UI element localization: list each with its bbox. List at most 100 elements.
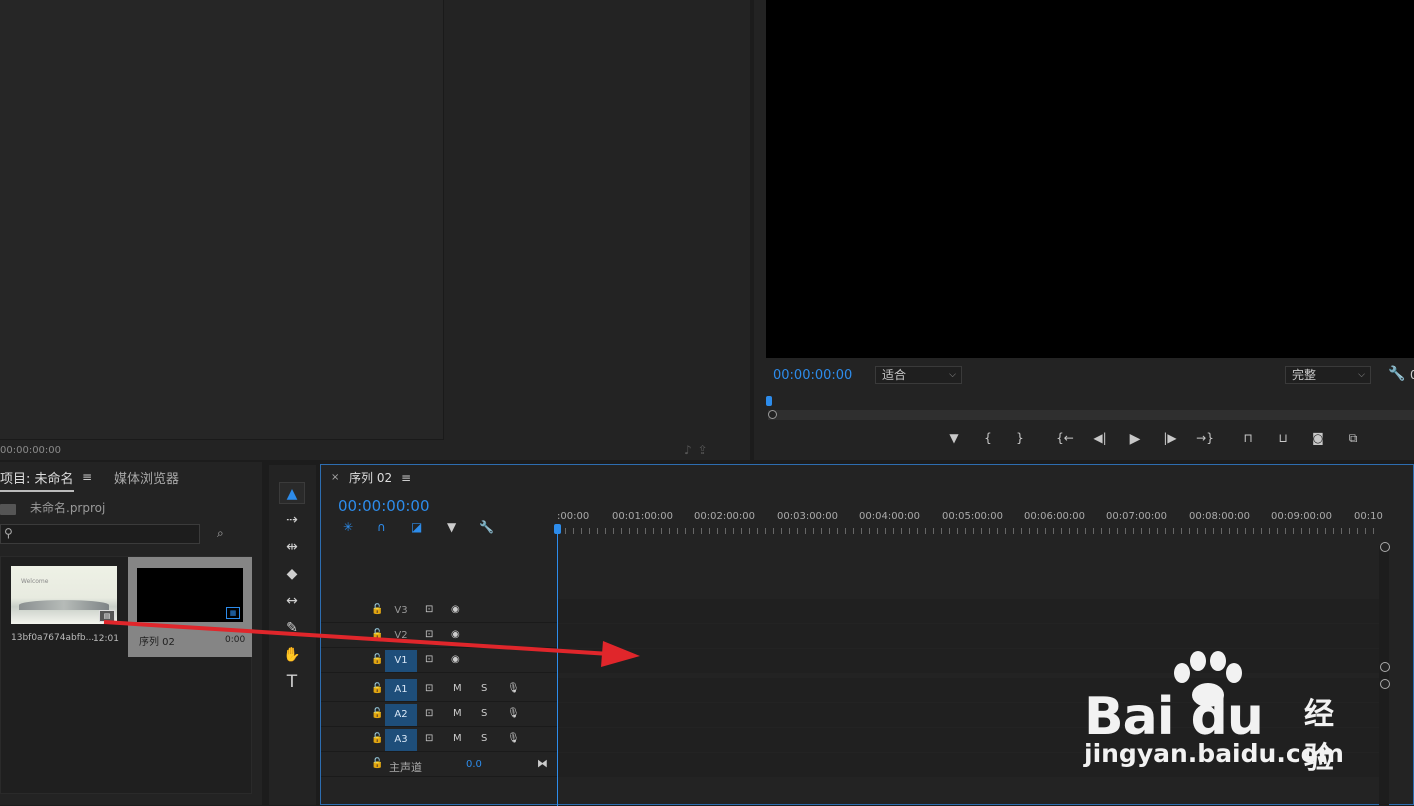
slip-tool-icon[interactable]: ↔	[279, 590, 305, 612]
track-select-tool-icon[interactable]: ⇢	[279, 509, 305, 531]
hamburger-menu-icon[interactable]: ≡	[82, 470, 92, 484]
timeline-playhead[interactable]	[554, 524, 561, 534]
lock-icon[interactable]: 🔓	[371, 654, 383, 665]
microphone-icon[interactable]: 🎙	[507, 683, 520, 694]
scroll-handle-mid[interactable]	[1380, 662, 1390, 672]
close-icon[interactable]: ×	[331, 472, 339, 483]
solo-button[interactable]: S	[481, 733, 487, 744]
source-monitor-view	[0, 0, 444, 440]
program-right-value: 0	[1410, 368, 1414, 382]
step-back-icon[interactable]: ◀|	[1090, 431, 1110, 445]
mute-button[interactable]: M	[453, 733, 462, 744]
ripple-edit-tool-icon[interactable]: ⇹	[279, 536, 305, 558]
out-point-icon[interactable]: }	[1010, 431, 1030, 445]
quality-select[interactable]: 完整 ⌵	[1285, 366, 1371, 384]
eye-icon[interactable]: ◉	[451, 629, 460, 640]
sequence-duration: 0:00	[225, 635, 246, 645]
compare-icon[interactable]: ⧉	[1343, 431, 1363, 446]
export-icon[interactable]: ⇪	[698, 443, 714, 457]
track-area[interactable]	[558, 599, 1380, 623]
lock-icon[interactable]: 🔓	[371, 629, 383, 640]
program-timecode[interactable]: 00:00:00:00	[773, 368, 852, 383]
program-playhead[interactable]	[766, 396, 772, 406]
time-ruler[interactable]: :00:00 00:01:00:00 00:02:00:00 00:03:00:…	[557, 505, 1383, 535]
track-target[interactable]: V1	[385, 650, 417, 672]
sync-lock-icon[interactable]: ⊡	[425, 604, 433, 615]
audio-note-icon[interactable]: ♪	[684, 443, 698, 457]
eye-icon[interactable]: ◉	[451, 604, 460, 615]
eye-icon[interactable]: ◉	[451, 654, 460, 665]
pen-tool-icon[interactable]: ✎	[279, 617, 305, 639]
marker-icon[interactable]: ▼	[944, 431, 964, 445]
mountain-shape	[19, 600, 109, 610]
track-target[interactable]: A2	[385, 704, 417, 726]
project-item-clip[interactable]: Welcome ▤ 13bf0a7674abfb... 12:01	[1, 557, 128, 657]
master-volume-value[interactable]: 0.0	[466, 759, 482, 770]
microphone-icon[interactable]: 🎙	[507, 733, 520, 744]
mute-button[interactable]: M	[453, 683, 462, 694]
lift-icon[interactable]: ⊓	[1238, 431, 1258, 445]
camera-icon[interactable]: ◙	[1308, 431, 1328, 445]
extract-icon[interactable]: ⊔	[1273, 431, 1293, 445]
play-icon[interactable]: ▶	[1125, 431, 1145, 447]
thumbnail-title: Welcome	[21, 578, 49, 585]
scroll-handle-audio[interactable]	[1380, 679, 1390, 689]
ruler-label: 00:09:00:00	[1271, 511, 1333, 522]
project-item-sequence[interactable]: ▦ 序列 02 0:00	[128, 557, 252, 657]
lock-icon[interactable]: 🔓	[371, 708, 383, 719]
source-timecode[interactable]: 00:00:00:00	[0, 445, 61, 456]
baidu-watermark: Bai du 经验 jingyan.baidu.com	[1082, 651, 1344, 781]
track-target[interactable]: A3	[385, 729, 417, 751]
sync-lock-icon[interactable]: ⊡	[425, 654, 433, 665]
tab-project[interactable]: 项目: 未命名	[0, 468, 74, 492]
sync-lock-icon[interactable]: ⊡	[425, 629, 433, 640]
master-track-label: 主声道	[389, 761, 422, 774]
timeline-playhead-line[interactable]	[557, 525, 558, 806]
solo-button[interactable]: S	[481, 683, 487, 694]
razor-tool-icon[interactable]: ◆	[279, 563, 305, 585]
sync-lock-icon[interactable]: ⊡	[425, 733, 433, 744]
selection-tool-icon[interactable]: ▲	[279, 482, 305, 504]
track-v3: 🔓 V3 ⊡ ◉	[321, 599, 1381, 623]
solo-button[interactable]: S	[481, 708, 487, 719]
type-tool-icon[interactable]: T	[279, 671, 305, 693]
add-marker-icon[interactable]: ▼	[447, 520, 456, 534]
hamburger-menu-icon[interactable]: ≡	[401, 471, 411, 485]
lock-icon[interactable]: 🔓	[371, 733, 383, 744]
new-bin-search-icon[interactable]: ⌕	[217, 526, 224, 541]
search-input[interactable]	[0, 524, 200, 544]
mute-button[interactable]: M	[453, 708, 462, 719]
sync-lock-icon[interactable]: ⊡	[425, 683, 433, 694]
tab-media-browser[interactable]: 媒体浏览器	[114, 468, 179, 487]
lock-icon[interactable]: 🔓	[371, 758, 383, 769]
hand-tool-icon[interactable]: ✋	[279, 644, 305, 666]
project-file-name: 未命名.prproj	[30, 501, 106, 515]
step-forward-icon[interactable]: |▶	[1160, 431, 1180, 445]
go-to-out-icon[interactable]: →}	[1195, 431, 1215, 445]
scroll-handle-top[interactable]	[1380, 542, 1390, 552]
project-panel: 项目: 未命名 ≡ 媒体浏览器 未命名.prproj ⚲ ⌕ Welcome ▤…	[0, 462, 262, 805]
quality-select-value: 完整	[1292, 368, 1317, 382]
wrench-icon[interactable]: 🔧	[479, 520, 494, 534]
track-target[interactable]: V3	[385, 600, 417, 622]
zoom-select[interactable]: 适合 ⌵	[875, 366, 962, 384]
sync-lock-icon[interactable]: ⊡	[425, 708, 433, 719]
timeline-timecode[interactable]: 00:00:00:00	[338, 497, 430, 515]
track-area[interactable]	[558, 624, 1380, 648]
program-scrub-bar[interactable]	[768, 410, 1414, 420]
go-to-end-icon[interactable]: ⧓	[537, 757, 548, 770]
linked-selection-icon[interactable]: ◪	[411, 520, 422, 534]
wrench-icon[interactable]: 🔧	[1388, 366, 1405, 382]
in-point-icon[interactable]: {	[978, 431, 998, 445]
zoom-handle[interactable]	[768, 410, 777, 419]
lock-icon[interactable]: 🔓	[371, 683, 383, 694]
go-to-in-icon[interactable]: {←	[1055, 431, 1075, 445]
track-target[interactable]: A1	[385, 679, 417, 701]
nest-icon[interactable]: ✳	[343, 520, 353, 534]
snap-magnet-icon[interactable]: ∩	[377, 520, 386, 534]
lock-icon[interactable]: 🔓	[371, 604, 383, 615]
vertical-scrollbar[interactable]	[1379, 545, 1389, 805]
microphone-icon[interactable]: 🎙	[507, 708, 520, 719]
track-target[interactable]: V2	[385, 625, 417, 647]
tab-sequence[interactable]: 序列 02	[349, 469, 392, 486]
